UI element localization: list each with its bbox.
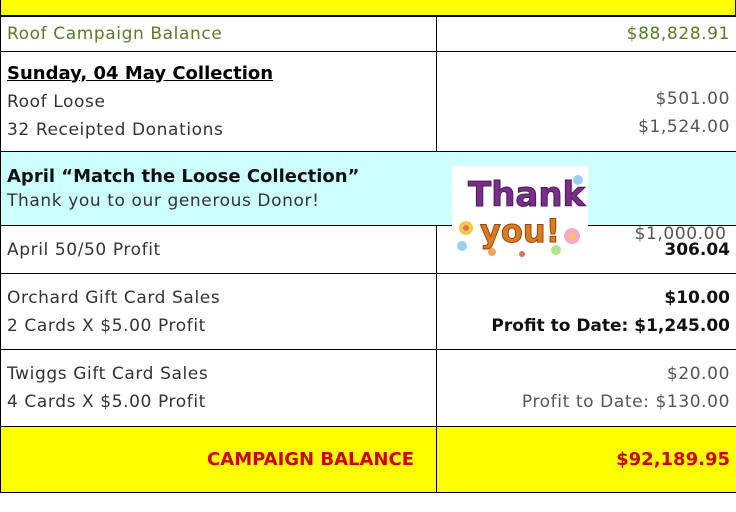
roof-loose-amount: $501.00 (655, 88, 730, 109)
roof-balance-amount: $88,828.91 (626, 24, 730, 44)
campaign-balance-amount: $92,189.95 (616, 448, 730, 470)
match-row: April “Match the Loose Collection” Thank… (0, 151, 736, 244)
match-heading: April “Match the Loose Collection” (7, 165, 360, 187)
collection-heading: Sunday, 04 May Collection (7, 62, 274, 84)
total-row: CAMPAIGN BALANCE $92,189.95 (0, 426, 736, 493)
twiggs-amount: $20.00 (666, 364, 730, 384)
ledger-table: Roof Campaign Balance $88,828.91 Sunday,… (0, 16, 736, 493)
match-amount: $1,000.00 (634, 223, 727, 244)
orchard-to-date: Profit to Date: $1,245.00 (491, 315, 730, 336)
top-yellow-band (0, 0, 736, 16)
fifty-fifty-label: April 50/50 Profit (7, 239, 161, 260)
twiggs-to-date: Profit to Date: $130.00 (521, 392, 730, 412)
orchard-row: Orchard Gift Card Sales 2 Cards X $5.00 … (0, 273, 736, 350)
thank-you-sticker: Thank you! (452, 166, 588, 258)
donations-amount: $1,524.00 (638, 116, 730, 137)
match-thanks: Thank you to our generous Donor! (7, 190, 320, 211)
campaign-balance-sheet: Roof Campaign Balance $88,828.91 Sunday,… (0, 0, 736, 512)
orchard-amount: $10.00 (664, 287, 730, 308)
roof-loose-label: Roof Loose (7, 91, 106, 112)
sticker-you-text: you! (480, 212, 560, 250)
donations-label: 32 Receipted Donations (7, 119, 224, 140)
fifty-fifty-row: April 50/50 Profit 306.04 (0, 225, 736, 274)
twiggs-detail: 4 Cards X $5.00 Profit (7, 392, 206, 412)
collection-row: Sunday, 04 May Collection Roof Loose 32 … (0, 51, 736, 152)
campaign-balance-label: CAMPAIGN BALANCE (207, 448, 414, 470)
orchard-label: Orchard Gift Card Sales (7, 287, 221, 308)
roof-balance-label: Roof Campaign Balance (7, 24, 223, 44)
sticker-thank-text: Thank (468, 175, 587, 215)
roof-balance-row: Roof Campaign Balance $88,828.91 (0, 16, 736, 52)
twiggs-label: Twiggs Gift Card Sales (7, 364, 209, 384)
twiggs-row: Twiggs Gift Card Sales 4 Cards X $5.00 P… (0, 349, 736, 427)
orchard-detail: 2 Cards X $5.00 Profit (7, 315, 206, 336)
